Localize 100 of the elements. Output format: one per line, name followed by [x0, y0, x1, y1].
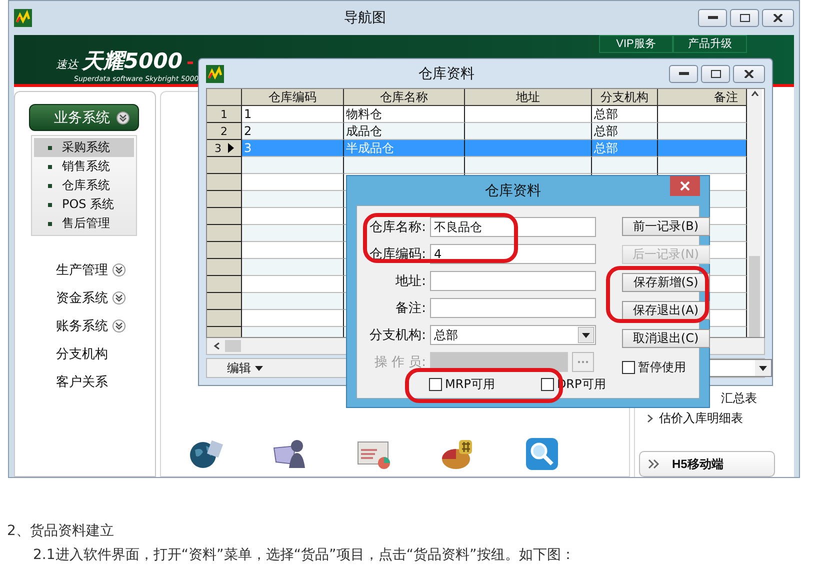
dialog-button[interactable]: 保存退出(A)	[622, 301, 710, 320]
column-header[interactable]: 地址	[465, 89, 592, 106]
scroll-left-icon[interactable]	[213, 341, 221, 352]
row-header[interactable]	[207, 191, 242, 208]
pie-chart-icon[interactable]	[441, 438, 475, 470]
brand-dash: -	[186, 52, 194, 73]
edit-menu[interactable]: 编辑	[227, 360, 263, 376]
sidebar-link[interactable]: 分支机构	[56, 345, 108, 363]
sidebar-group[interactable]: 生产管理	[56, 261, 108, 279]
top-tab[interactable]: 产品升级	[673, 34, 747, 53]
submenu-item[interactable]: POS 系统	[34, 195, 134, 214]
bullet-icon	[48, 184, 52, 188]
minimize-icon	[708, 16, 718, 20]
table-cell: 总部	[592, 140, 658, 158]
dialog-button[interactable]: 前一记录(B)	[622, 217, 710, 236]
search-icon[interactable]	[525, 438, 559, 470]
scroll-thumb[interactable]	[225, 340, 241, 352]
row-header[interactable]	[207, 259, 242, 276]
input-field[interactable]	[430, 298, 596, 318]
table-cell: 物料仓	[344, 106, 465, 124]
maximize-icon	[710, 70, 720, 78]
minimize-icon	[678, 72, 688, 76]
table-cell: 总部	[592, 123, 658, 140]
current-row-icon	[228, 143, 234, 154]
row-number: 3	[214, 142, 222, 155]
dialog-button[interactable]: 保存新增(S)	[622, 273, 710, 292]
submenu-item[interactable]: 售后管理	[34, 214, 134, 233]
maximize-button[interactable]	[701, 64, 730, 83]
row-header[interactable]	[207, 208, 242, 226]
expand-icon[interactable]	[116, 110, 130, 124]
row-header[interactable]	[207, 157, 242, 174]
column-header[interactable]: 仓库名称	[344, 89, 465, 106]
close-button[interactable]	[733, 64, 765, 83]
scroll-up-icon[interactable]	[750, 89, 760, 96]
expand-icon[interactable]	[112, 291, 126, 305]
row-header[interactable]: 2	[207, 123, 242, 140]
checkbox[interactable]: 暂停使用	[622, 359, 710, 376]
sidebar-link[interactable]: 客户关系	[56, 373, 108, 391]
section-heading: 2、货品资料建立	[7, 522, 115, 540]
mobile-button[interactable]: H5移动端	[639, 451, 775, 477]
table-cell: 半成品仓	[344, 140, 465, 158]
vertical-scrollbar[interactable]	[747, 89, 762, 338]
sidebar-group[interactable]: 资金系统	[56, 289, 108, 307]
app-logo-icon	[206, 64, 224, 83]
column-header[interactable]: 备注	[658, 89, 747, 106]
column-header[interactable]: 分支机构	[592, 89, 658, 106]
field-label: 仓库名称:	[368, 219, 426, 236]
bullet-icon	[48, 146, 52, 150]
close-icon	[773, 14, 783, 22]
row-header[interactable]	[207, 225, 242, 242]
column-header[interactable]: 仓库编码	[242, 89, 344, 106]
row-header[interactable]: 1	[207, 106, 242, 124]
close-icon	[744, 70, 754, 78]
row-number: 2	[220, 124, 228, 138]
select-field[interactable]: 总部	[430, 325, 596, 345]
user-mail-icon[interactable]	[273, 438, 307, 470]
dialog-button[interactable]: 取消退出(C)	[622, 329, 710, 348]
maximize-button[interactable]	[730, 8, 759, 27]
report-link[interactable]: 汇总表	[721, 390, 757, 406]
row-header[interactable]: 3	[207, 140, 242, 158]
sidebar-group[interactable]: 账务系统	[56, 317, 108, 335]
sidebar-group-button[interactable]: 业务系统	[29, 104, 139, 131]
paragraph: 2.1进入软件界面，打开“资料”菜单，选择“货品”项目，点击“货品资料”按纽。如下图：	[32, 546, 576, 564]
report-link[interactable]: 估价入库明细表	[659, 410, 743, 426]
table-cell: 成品仓	[344, 123, 465, 140]
submenu-item[interactable]: 采购系统	[34, 138, 134, 157]
bullet-icon	[48, 164, 52, 168]
minimize-button[interactable]	[698, 8, 727, 27]
close-button[interactable]	[762, 8, 794, 27]
scroll-thumb[interactable]	[749, 256, 760, 338]
window-title: 导航图	[343, 8, 387, 27]
table-cell: 2	[242, 123, 344, 140]
field-label: 备注:	[394, 300, 426, 317]
dialog-title: 仓库资料	[484, 182, 542, 200]
field-label: 操 作 员:	[373, 354, 426, 371]
expand-icon[interactable]	[112, 263, 126, 277]
bullet-icon	[48, 222, 52, 226]
dropdown-arrow-icon	[578, 327, 594, 343]
table-corner	[207, 89, 242, 106]
row-header[interactable]	[207, 174, 242, 192]
expand-icon[interactable]	[112, 319, 126, 333]
bullet-icon	[48, 202, 52, 206]
double-chevron-icon	[648, 459, 660, 469]
top-tab[interactable]: VIP服务	[599, 34, 673, 53]
submenu-item[interactable]: 销售系统	[34, 157, 134, 176]
row-header[interactable]	[207, 242, 242, 260]
row-header[interactable]	[207, 276, 242, 294]
field-label: 分支机构:	[368, 327, 426, 344]
row-header[interactable]	[207, 293, 242, 310]
chevron-right-icon	[647, 414, 653, 422]
window-title: 仓库资料	[418, 64, 476, 83]
globe-icon[interactable]	[189, 438, 223, 470]
table-cell	[592, 157, 658, 174]
input-field[interactable]: 不良品仓	[430, 217, 596, 237]
input-field[interactable]	[430, 271, 596, 291]
submenu-item[interactable]: 仓库系统	[34, 176, 134, 195]
brand-name: 天耀5000	[82, 48, 182, 75]
minimize-button[interactable]	[669, 64, 698, 83]
row-header[interactable]	[207, 310, 242, 328]
checkbox[interactable]: MRP可用	[429, 376, 495, 393]
